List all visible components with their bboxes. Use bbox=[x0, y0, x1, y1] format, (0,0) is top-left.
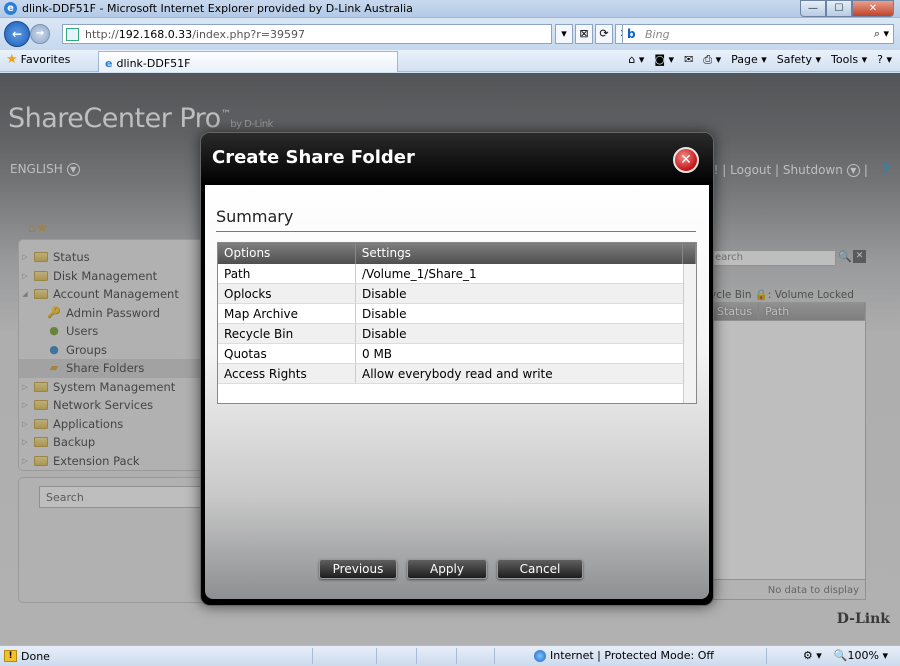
print-icon[interactable]: ⎙ ▾ bbox=[703, 53, 721, 67]
browser-statusbar: ! Done Internet | Protected Mode: Off ⚙ … bbox=[0, 645, 900, 666]
summary-table: Options Settings Path/Volume_1/Share_1 O… bbox=[217, 242, 697, 404]
address-url: http://192.168.0.33/index.php?r=39597 bbox=[85, 28, 305, 41]
forward-button[interactable]: → bbox=[30, 24, 50, 44]
apply-button[interactable]: Apply bbox=[407, 559, 487, 579]
refresh-icon[interactable]: ⟳ bbox=[595, 24, 613, 44]
globe-icon bbox=[534, 649, 546, 662]
zoom-control[interactable]: 🔍100% ▾ bbox=[834, 649, 888, 662]
search-box[interactable]: b Bing ⌕ ▾ bbox=[622, 24, 894, 44]
browser-tab[interactable]: e dlink-DDF51F bbox=[98, 51, 398, 72]
table-row: Oplocks Disable bbox=[218, 284, 696, 304]
mail-icon[interactable]: ✉ bbox=[684, 53, 693, 67]
dialog-body: Summary Options Settings Path/Volume_1/S… bbox=[205, 185, 709, 599]
compatibility-icon[interactable]: ⊠ bbox=[575, 24, 593, 44]
table-scrollbar[interactable] bbox=[683, 264, 696, 403]
table-row: Path/Volume_1/Share_1 bbox=[218, 264, 696, 284]
close-dialog-button[interactable]: ✕ bbox=[673, 147, 699, 173]
tab-ie-icon: e bbox=[105, 57, 113, 70]
window-titlebar: e dlink-DDF51F - Microsoft Internet Expl… bbox=[0, 0, 900, 18]
table-row: Map Archive Disable bbox=[218, 304, 696, 324]
dialog-header: Create Share Folder ✕ bbox=[201, 133, 713, 185]
security-zone[interactable]: Internet | Protected Mode: Off bbox=[534, 649, 714, 662]
status-text: Done bbox=[21, 650, 50, 663]
minimize-button[interactable]: — bbox=[800, 0, 826, 17]
ie-logo-icon: e bbox=[4, 2, 17, 15]
feeds-icon[interactable]: ◙ ▾ bbox=[654, 53, 674, 67]
address-toolbar: ← → http://192.168.0.33/index.php?r=3959… bbox=[0, 18, 900, 50]
protected-mode-icon[interactable]: ⚙ ▾ bbox=[803, 649, 822, 662]
warning-icon[interactable]: ! bbox=[4, 650, 17, 662]
column-settings: Settings bbox=[356, 243, 683, 264]
page-icon bbox=[66, 28, 79, 41]
column-options: Options bbox=[218, 243, 356, 264]
favorites-button[interactable]: ★ Favorites bbox=[6, 52, 70, 67]
section-title: Summary bbox=[216, 207, 294, 226]
window-title: dlink-DDF51F - Microsoft Internet Explor… bbox=[22, 2, 413, 15]
help-icon[interactable]: ? ▾ bbox=[877, 53, 892, 67]
table-row: Recycle Bin Disable bbox=[218, 324, 696, 344]
dialog-buttons: Previous Apply Cancel bbox=[205, 559, 709, 579]
search-icon[interactable]: ⌕ ▾ bbox=[874, 27, 889, 41]
safety-menu[interactable]: Safety ▾ bbox=[777, 53, 821, 67]
home-icon[interactable]: ⌂ ▾ bbox=[628, 53, 644, 67]
favorites-star-icon: ★ bbox=[6, 52, 18, 67]
table-row: Quotas 0 MB bbox=[218, 344, 696, 364]
table-header: Options Settings bbox=[218, 243, 696, 264]
maximize-button[interactable]: ☐ bbox=[826, 0, 852, 17]
page-menu[interactable]: Page ▾ bbox=[731, 53, 767, 67]
bing-logo-icon: b bbox=[627, 27, 636, 41]
favorites-bar: ★ Favorites e dlink-DDF51F ⌂ ▾ ◙ ▾ ✉ ⎙ ▾ P… bbox=[0, 50, 900, 72]
back-button[interactable]: ← bbox=[4, 21, 30, 47]
address-bar[interactable]: http://192.168.0.33/index.php?r=39597 bbox=[62, 24, 552, 44]
search-engine-label: Bing bbox=[645, 28, 670, 41]
tools-menu[interactable]: Tools ▾ bbox=[831, 53, 867, 67]
create-share-folder-dialog: Create Share Folder ✕ Summary Options Se… bbox=[200, 132, 714, 606]
close-window-button[interactable]: ✕ bbox=[852, 0, 894, 17]
address-dropdown-icon[interactable]: ▾ bbox=[555, 24, 573, 44]
table-row: Access Rights Allow everybody read and wr… bbox=[218, 364, 696, 384]
cancel-button[interactable]: Cancel bbox=[497, 559, 583, 579]
previous-button[interactable]: Previous bbox=[319, 559, 397, 579]
dialog-title: Create Share Folder bbox=[212, 147, 415, 168]
section-divider bbox=[216, 231, 696, 232]
